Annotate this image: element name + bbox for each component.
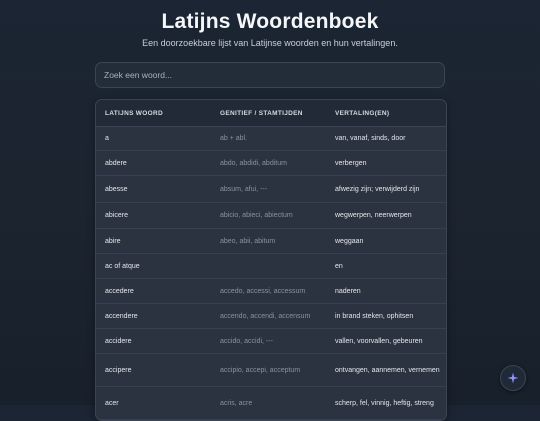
forms-cell: abdo, abdidi, abditum: [220, 159, 287, 167]
translation-cell: verbergen: [335, 159, 367, 167]
table-row: abesse absum, afui, --- afwezig zijn; verw…: [96, 176, 446, 203]
translation-cell: in brand steken, ophitsen: [335, 312, 414, 320]
table-row: accidere accido, accidi, --- vallen, voorv…: [96, 329, 446, 354]
word-cell: abdere: [105, 159, 127, 167]
word-cell: accendere: [105, 312, 138, 320]
word-cell: ac of atque: [105, 262, 140, 270]
table-row: abicere abicio, abieci, abiectum wegwerpen…: [96, 203, 446, 229]
table-header: LATIJNS WOORD GENITIEF / STAMTIJDEN VERT…: [96, 100, 446, 127]
word-cell: acer: [105, 399, 119, 407]
word-cell: abesse: [105, 185, 128, 193]
word-cell: abicere: [105, 212, 128, 219]
search-input[interactable]: [95, 62, 445, 88]
word-cell: a: [105, 135, 109, 142]
translation-cell: weggaan: [335, 237, 364, 245]
translation-cell: afwezig zijn; verwijderd zijn: [335, 185, 420, 193]
table-row: acer acris, acre scherp, fel, vinnig, heft…: [96, 387, 446, 420]
page-title: Latijns Woordenboek: [161, 10, 379, 33]
forms-cell: accedo, accessi, accessum: [220, 287, 306, 295]
translation-cell: en: [335, 262, 343, 270]
column-header-translation: VERTALING(EN): [335, 109, 390, 117]
sparkle-icon: [507, 372, 519, 384]
table-row: abdere abdo, abdidi, abditum verbergen: [96, 151, 446, 176]
page-subtitle: Een doorzoekbare lijst van Latijnse woor…: [142, 38, 398, 48]
forms-cell: absum, afui, ---: [220, 185, 268, 193]
forms-cell: abeo, abii, abitum: [220, 237, 276, 245]
table-row: a ab + abl. van, vanaf, sinds, door: [96, 127, 446, 151]
forms-cell: abicio, abieci, abiectum: [220, 212, 293, 219]
forms-cell: accipio, accepi, acceptum: [220, 366, 301, 374]
table-row: accipere accipio, accepi, acceptum ontvang…: [96, 354, 446, 387]
table-row: accendere accendo, accendi, accensum in br…: [96, 304, 446, 329]
table-row: ac of atque en: [96, 254, 446, 279]
forms-cell: acris, acre: [220, 399, 253, 407]
table-row: accedere accedo, accessi, accessum naderen: [96, 279, 446, 304]
translation-cell: wegwerpen, neerwerpen: [335, 212, 412, 219]
assistant-button[interactable]: [500, 365, 526, 391]
forms-cell: accido, accidi, ---: [220, 337, 273, 345]
dictionary-table: LATIJNS WOORD GENITIEF / STAMTIJDEN VERT…: [95, 99, 447, 421]
column-header-forms: GENITIEF / STAMTIJDEN: [220, 109, 303, 117]
column-header-word: LATIJNS WOORD: [105, 109, 163, 117]
translation-cell: ontvangen, aannemen, vernemen: [335, 366, 440, 374]
translation-cell: scherp, fel, vinnig, heftig, streng: [335, 399, 434, 407]
table-row: abire abeo, abii, abitum weggaan: [96, 229, 446, 254]
translation-cell: naderen: [335, 287, 361, 295]
translation-cell: vallen, voorvallen, gebeuren: [335, 337, 423, 345]
word-cell: abire: [105, 237, 121, 245]
translation-cell: van, vanaf, sinds, door: [335, 135, 406, 142]
forms-cell: ab + abl.: [220, 135, 248, 142]
word-cell: accidere: [105, 337, 132, 345]
forms-cell: accendo, accendi, accensum: [220, 312, 311, 320]
word-cell: accedere: [105, 287, 134, 295]
table-body: a ab + abl. van, vanaf, sinds, door abdere a…: [96, 127, 446, 420]
word-cell: accipere: [105, 366, 132, 374]
